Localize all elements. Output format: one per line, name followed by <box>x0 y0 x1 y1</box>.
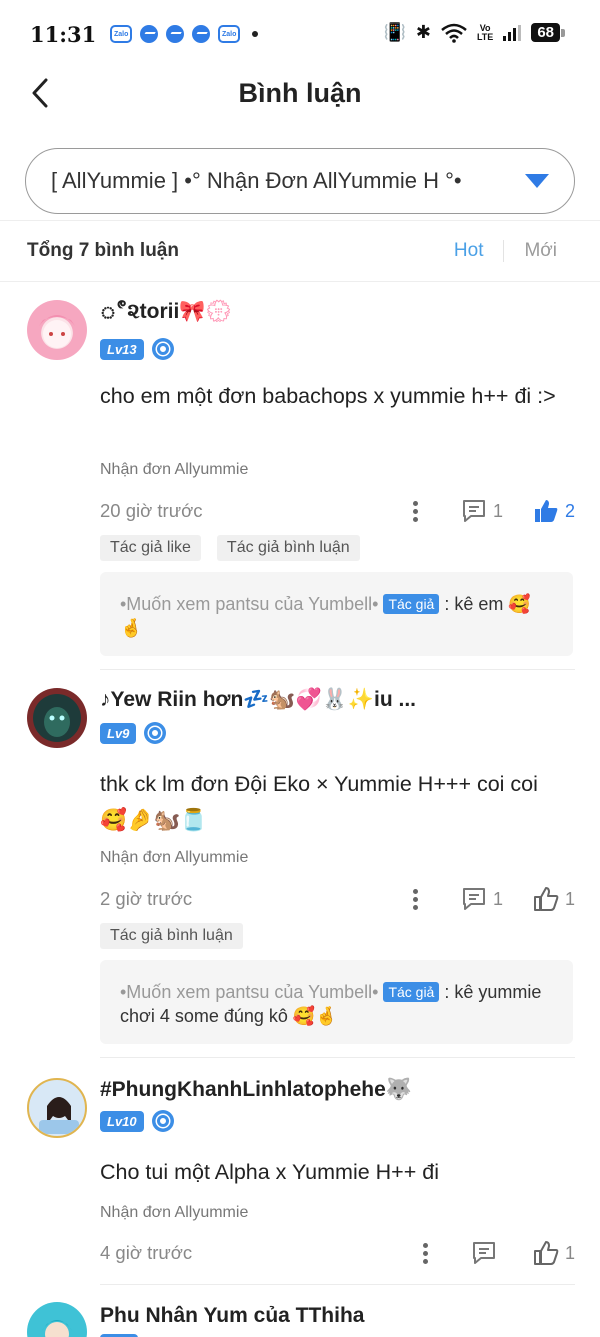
tab-hot[interactable]: Hot <box>434 240 504 262</box>
author-reply[interactable]: •Muốn xem pantsu của Yumbell• Tác giả : … <box>100 960 573 1044</box>
comment-item: ீ૨torii🎀💮 Lv13 cho em một đơn babachops … <box>0 282 600 670</box>
comment-meta: 20 giờ trước 1 2 <box>100 496 575 526</box>
avatar-image <box>39 315 75 348</box>
comment-note: Nhận đơn Allyummie <box>100 1204 249 1221</box>
reply-button[interactable]: 1 <box>461 498 503 524</box>
battery-icon: 68 <box>531 23 565 42</box>
comment-meta: 4 giờ trước 1 <box>100 1238 575 1268</box>
comment-note: Nhận đơn Allyummie <box>100 461 249 478</box>
tag-author-liked: Tác giả like <box>100 535 201 561</box>
thumbs-up-icon <box>533 887 559 911</box>
zalo-icon: Zalo <box>218 25 241 43</box>
more-options-icon[interactable] <box>401 888 431 910</box>
verified-icon <box>151 1110 174 1132</box>
author-reply[interactable]: •Muốn xem pantsu của Yumbell• Tác giả : … <box>100 572 573 656</box>
reply-button[interactable] <box>471 1240 503 1266</box>
comment-item: ♪Yew Riin hơn💤🐿️💞🐰✨iu ... Lv9 thk ck lm … <box>0 670 600 1058</box>
comment-icon <box>462 500 485 522</box>
comment-note: Nhận đơn Allyummie <box>100 849 249 866</box>
more-notifications-icon <box>252 31 259 37</box>
like-button[interactable]: 1 <box>533 1240 575 1266</box>
like-count: 1 <box>564 1242 575 1263</box>
level-badge: Lv9 <box>100 722 137 744</box>
comment-tags: Tác giả bình luận <box>100 923 243 949</box>
bluetooth-icon: ✱ <box>415 22 431 42</box>
level-badge: Lv10 <box>100 1110 144 1132</box>
comment-item: #PhungKhanhLinhlatophehe🐺 Lv10 Cho tui m… <box>0 1058 600 1285</box>
reply-author-name: •Muốn xem pantsu của Yumbell• <box>120 982 379 1002</box>
avatar[interactable] <box>27 688 87 748</box>
chevron-left-icon <box>32 78 48 108</box>
username[interactable]: Phu Nhân Yum của TThiha <box>100 1304 364 1328</box>
back-button[interactable] <box>24 76 56 110</box>
username[interactable]: ீ૨torii🎀💮 <box>100 300 232 326</box>
comment-item: Phu Nhân Yum của TThiha <box>0 1284 600 1337</box>
avatar-image <box>41 1320 73 1337</box>
avatar-image <box>33 694 81 742</box>
like-button[interactable]: 2 <box>533 498 575 524</box>
level-badge: Lv13 <box>100 338 144 360</box>
reply-button[interactable]: 1 <box>461 886 503 912</box>
timestamp: 2 giờ trước <box>100 888 193 909</box>
author-tag: Tác giả <box>383 594 440 614</box>
header: Bình luận <box>0 68 600 118</box>
timestamp: 4 giờ trước <box>100 1242 193 1263</box>
total-comments: Tổng 7 bình luận <box>27 240 179 261</box>
lte-icon: Vo LTE <box>476 23 494 42</box>
comment-text: Cho tui một Alpha x Yummie H++ đi <box>100 1160 440 1184</box>
reply-count: 1 <box>492 500 503 521</box>
caret-down-icon <box>525 174 549 188</box>
like-count: 1 <box>564 888 575 909</box>
avatar[interactable] <box>27 300 87 360</box>
lte-label-bottom: LTE <box>476 31 494 42</box>
messenger-icon <box>192 25 211 43</box>
comment-tags: Tác giả like Tác giả bình luận <box>100 535 360 561</box>
avatar[interactable] <box>27 1078 87 1138</box>
like-count: 2 <box>564 500 575 521</box>
timestamp: 20 giờ trước <box>100 500 203 521</box>
system-icons: 📳 ✱ Vo LTE 68 <box>383 22 565 43</box>
page-title: Bình luận <box>238 77 362 108</box>
comment-icon <box>462 888 485 910</box>
avatar[interactable] <box>27 1302 87 1337</box>
wifi-icon <box>441 23 467 43</box>
user-badges: Lv13 <box>100 338 174 360</box>
zalo-icon: Zalo <box>110 25 133 43</box>
sort-bar: Tổng 7 bình luận Hot Mới <box>0 220 600 282</box>
more-options-icon[interactable] <box>411 1242 441 1264</box>
thumbs-up-icon <box>533 1241 559 1265</box>
thumbs-up-icon <box>534 500 558 522</box>
author-tag: Tác giả <box>383 982 440 1002</box>
signal-icon <box>503 24 522 41</box>
verified-icon <box>144 722 167 744</box>
tag-author-commented: Tác giả bình luận <box>100 923 243 949</box>
user-badges: Lv9 <box>100 722 167 744</box>
like-button[interactable]: 1 <box>533 886 575 912</box>
username[interactable]: #PhungKhanhLinhlatophehe🐺 <box>100 1078 412 1102</box>
more-options-icon[interactable] <box>401 500 431 522</box>
comment-text: cho em một đơn babachops x yummie h++ đi… <box>100 384 556 408</box>
status-time: 11:31 <box>30 21 97 47</box>
chapter-selector[interactable]: [ AllYummie ] •° Nhận Đơn AllYummie H °• <box>25 148 575 214</box>
verified-icon <box>151 338 174 360</box>
notification-icons: Zalo Zalo <box>110 25 259 43</box>
username[interactable]: ♪Yew Riin hơn💤🐿️💞🐰✨iu ... <box>100 688 416 712</box>
messenger-icon <box>166 25 185 43</box>
comment-icon <box>472 1242 495 1264</box>
status-bar: 11:31 Zalo Zalo 📳 ✱ Vo LTE 68 <box>0 0 600 68</box>
tab-new[interactable]: Mới <box>504 240 573 262</box>
vibrate-icon: 📳 <box>383 22 406 42</box>
reply-count: 1 <box>492 888 503 909</box>
comment-text: thk ck lm đơn Đội Eko × Yummie H+++ coi … <box>100 772 538 832</box>
selector-value: [ AllYummie ] •° Nhận Đơn AllYummie H °• <box>51 168 462 193</box>
reply-author-name: •Muốn xem pantsu của Yumbell• <box>120 594 379 614</box>
tag-author-commented: Tác giả bình luận <box>216 535 360 561</box>
user-badges: Lv10 <box>100 1110 174 1132</box>
avatar-image <box>39 1097 79 1134</box>
messenger-icon <box>140 25 159 43</box>
comment-meta: 2 giờ trước 1 1 <box>100 884 575 914</box>
